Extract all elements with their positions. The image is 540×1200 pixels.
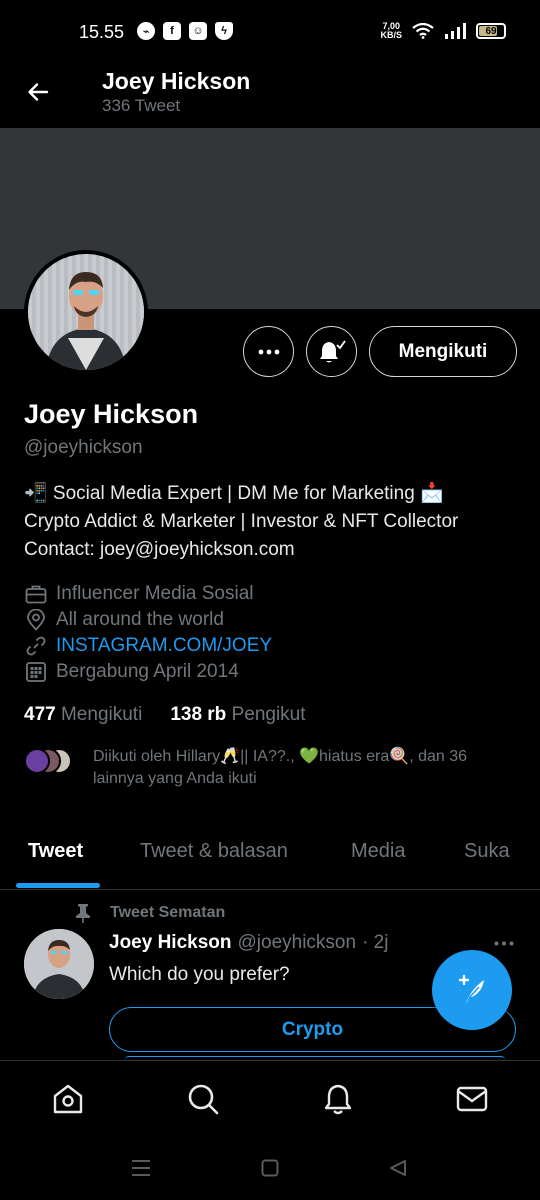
more-horizontal-icon [258, 349, 279, 354]
link-icon [24, 634, 48, 658]
bell-check-icon [319, 339, 346, 362]
location-pin-icon [24, 608, 48, 632]
home-button[interactable] [258, 1156, 282, 1180]
following-stat[interactable]: 477 Mengikuti [24, 704, 142, 726]
profile-category: Influencer Media Sosial [24, 581, 504, 607]
profile-header: Joey Hickson 336 Tweet [0, 66, 540, 128]
following-label: Mengikuti [60, 704, 143, 725]
search-icon [188, 1084, 219, 1115]
bio-line: 📲 Social Media Expert | DM Me for Market… [24, 483, 444, 504]
briefcase-icon [24, 582, 48, 606]
more-horizontal-icon [494, 941, 514, 945]
header-tweet-count: 336 Tweet [102, 96, 181, 115]
location-text: All around the world [56, 609, 224, 630]
back-button[interactable] [22, 76, 54, 108]
nav-search[interactable] [185, 1081, 221, 1117]
signal-icon [445, 23, 466, 39]
wifi-icon [412, 23, 434, 39]
tab-media[interactable]: Media [351, 840, 405, 863]
triangle-back-icon [390, 1160, 406, 1176]
home-icon [53, 1084, 83, 1114]
network-speed: 7,00 KB/S [380, 22, 402, 40]
tab-tweets-replies[interactable]: Tweet & balasan [140, 840, 288, 863]
followers-count: 138 rb [170, 704, 227, 725]
joined-text: Bergabung April 2014 [56, 661, 239, 682]
avatar-photo [28, 254, 144, 370]
avatar [24, 748, 50, 774]
bottom-navigation [0, 1060, 540, 1138]
compose-feather-icon [458, 974, 484, 1004]
profile-location: All around the world [24, 607, 504, 633]
profile-joined: Bergabung April 2014 [24, 659, 504, 685]
speed-unit: KB/S [380, 30, 402, 40]
tweet-more-button[interactable] [492, 933, 516, 953]
category-text: Influencer Media Sosial [56, 583, 254, 604]
tweet-avatar[interactable] [24, 929, 94, 999]
compose-tweet-button[interactable] [432, 950, 512, 1030]
follower-avatars [24, 748, 84, 774]
back-nav-button[interactable] [386, 1156, 410, 1180]
calendar-icon [24, 660, 48, 684]
status-right: 7,00 KB/S 69 [380, 22, 506, 40]
follow-stats: 477 Mengikuti 138 rb Pengikut [24, 704, 306, 726]
avatar-photo [24, 929, 94, 999]
envelope-icon [456, 1086, 488, 1112]
arrow-left-icon [28, 83, 49, 101]
profile-avatar[interactable] [24, 250, 148, 374]
nav-notifications[interactable] [320, 1081, 356, 1117]
tab-likes[interactable]: Suka [464, 840, 510, 863]
app-icon: ☺ [189, 22, 207, 40]
active-tab-indicator [16, 883, 100, 888]
nav-home[interactable] [50, 1081, 86, 1117]
followers-stat[interactable]: 138 rb Pengikut [170, 704, 305, 726]
tweet-author-name[interactable]: Joey Hickson [109, 932, 232, 954]
system-navigation-bar [0, 1138, 540, 1200]
messenger-icon: ⌁ [137, 22, 155, 40]
profile-website[interactable]: INSTAGRAM.COM/JOEY [24, 633, 504, 659]
square-icon [261, 1159, 279, 1177]
bio-line: Crypto Addict & Marketer | Investor & NF… [24, 511, 459, 532]
tab-tweets[interactable]: Tweet [28, 840, 83, 863]
followed-by-section[interactable]: Diikuti oleh Hillary🥂|| IA??., 💚hiatus e… [24, 746, 524, 796]
tweet-time: · 2j [362, 932, 389, 953]
battery-level: 69 [485, 25, 497, 37]
notification-icons: ⌁ f ☺ ϟ [137, 22, 233, 40]
profile-handle: @joeyhickson [24, 437, 143, 458]
followers-label: Pengikut [231, 704, 306, 725]
header-title: Joey Hickson [102, 68, 251, 94]
status-time: 15.55 [79, 22, 125, 42]
pinned-label: Tweet Sematan [72, 902, 225, 924]
recent-apps-button[interactable] [129, 1156, 153, 1180]
nav-messages[interactable] [454, 1081, 490, 1117]
menu-icon [132, 1160, 150, 1176]
shield-icon: ϟ [215, 22, 233, 40]
followed-by-text: Diikuti oleh Hillary🥂|| IA??., 💚hiatus e… [93, 748, 468, 787]
facebook-icon: f [163, 22, 181, 40]
tweet-text: Which do you prefer? [109, 964, 290, 985]
tweet-header: Joey Hickson @joeyhickson · 2j [109, 932, 388, 954]
bio-line: Contact: joey@joeyhickson.com [24, 539, 295, 560]
profile-name: Joey Hickson [24, 399, 199, 429]
pinned-label-text: Tweet Sematan [110, 904, 226, 921]
following-count: 477 [24, 704, 56, 725]
profile-bio: 📲 Social Media Expert | DM Me for Market… [24, 480, 524, 564]
profile-tabs: Tweet Tweet & balasan Media Suka [0, 826, 540, 890]
status-bar: 15.55 ⌁ f ☺ ϟ 7,00 KB/S 69 [0, 0, 540, 66]
tweet-author-handle: @joeyhickson [237, 932, 357, 953]
battery-icon: 69 [476, 23, 506, 39]
website-link[interactable]: INSTAGRAM.COM/JOEY [56, 635, 272, 657]
bell-icon [324, 1084, 352, 1115]
pin-icon [72, 902, 94, 924]
following-button[interactable]: Mengikuti [369, 326, 517, 377]
notifications-toggle-button[interactable] [306, 326, 357, 377]
more-options-button[interactable] [243, 326, 294, 377]
